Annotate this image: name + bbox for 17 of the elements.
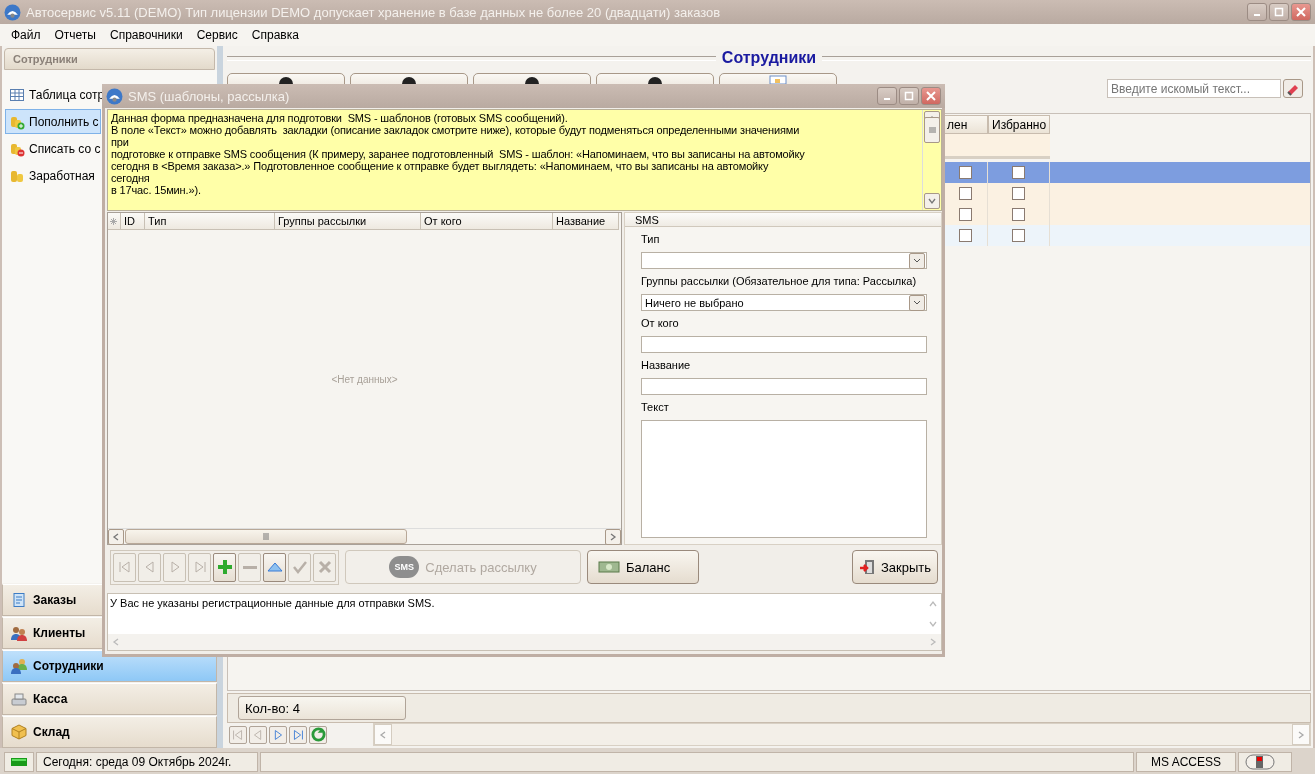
window-title: Автосервис v5.11 (DEMO) Тип лицензии DEMO допускает хранение в базе данных не более 20 (двадцати) заказов bbox=[26, 4, 721, 20]
panel-header: Сотрудники bbox=[4, 48, 215, 70]
field-label: Группы рассылки (Обязательное для типа: Рассылка) bbox=[641, 275, 918, 289]
database-type: MS ACCESS bbox=[1136, 752, 1236, 772]
info-text: Данная форма предназначена для подготовки SMS - шаблонов (готовых SMS сообщений). В поле «Текст» можно добавлять закладки (описание закладок смотрите ниже), которые будут подменяться определенными значениями при подготовке к отправке SMS сообщения (К примеру, заранее подготовленный SMS - шаблон: «Напоминаем, что вы записаны на автомойку сегодня в <Время заказа>.» Подготовленное сообщение к отправке будет выглядеть: «Напоминаем, что вы записаны на автомойку сегодня в 17час. 15мин.»). bbox=[110, 111, 806, 198]
status-date: Сегодня: среда 09 Октябрь 2024г. bbox=[36, 752, 258, 772]
message-text: У Вас не указаны регистрационные данные для отправки SMS. bbox=[109, 596, 436, 611]
field-label: Тип bbox=[641, 233, 661, 247]
field-label: Название bbox=[641, 359, 692, 373]
sms-bubble-icon: SMS bbox=[389, 556, 420, 578]
empty-grid-text: <Нет данных> bbox=[331, 373, 398, 385]
panel-header: SMS bbox=[625, 213, 941, 227]
dialog-title: SMS (шаблоны, рассылка) bbox=[128, 88, 290, 104]
record-count: Кол-во: 4 bbox=[238, 696, 406, 720]
field-label: Текст bbox=[641, 401, 670, 415]
section-title: Сотрудники bbox=[721, 49, 817, 67]
field-label: От кого bbox=[641, 317, 680, 331]
